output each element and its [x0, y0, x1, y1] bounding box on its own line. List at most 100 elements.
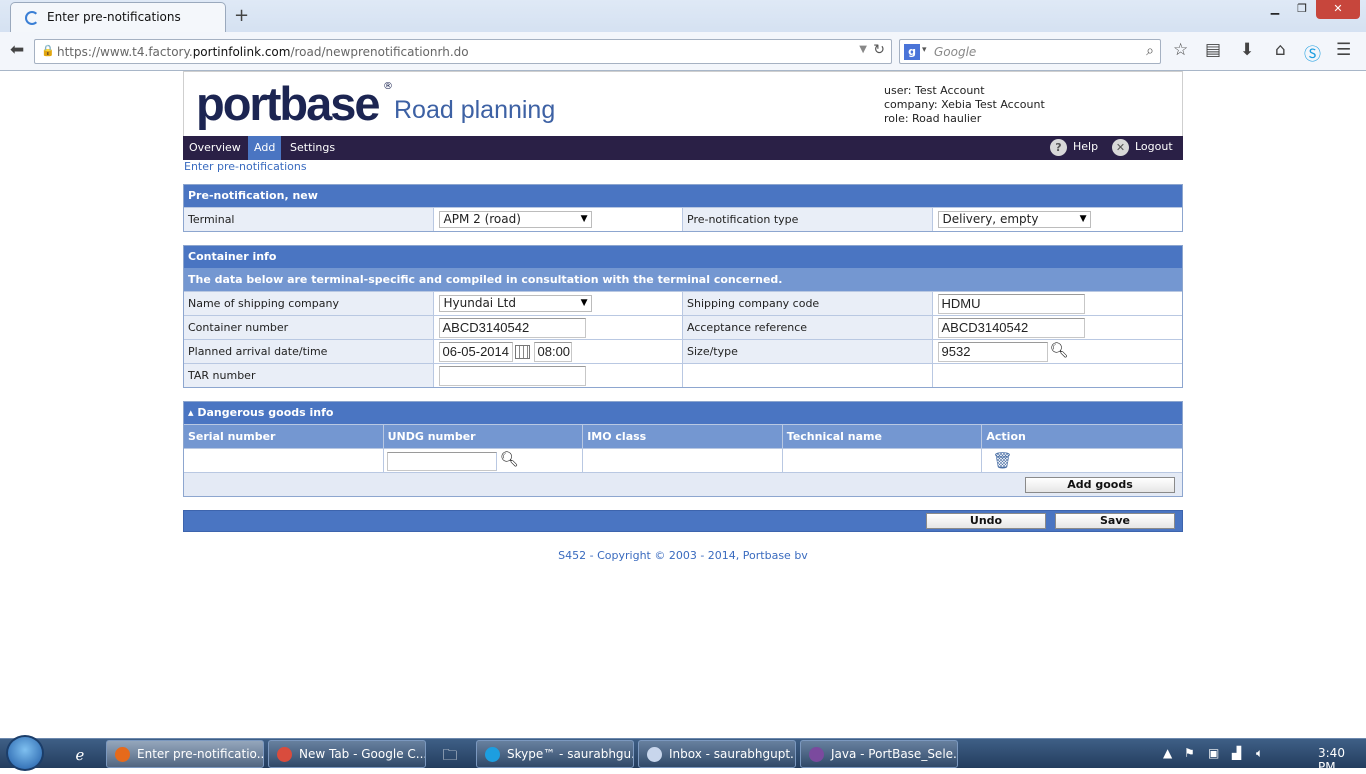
close-window-button[interactable]: ✕ [1316, 0, 1360, 19]
undg-number-cell: 🔍︎ [384, 449, 584, 472]
reload-icon[interactable]: ↻ [873, 42, 885, 58]
calendar-icon[interactable] [514, 345, 530, 359]
start-button[interactable] [6, 735, 44, 771]
taskbar-item-chrome[interactable]: New Tab - Google C... [268, 740, 426, 768]
taskbar-label: New Tab - Google C... [299, 747, 426, 761]
new-tab-button[interactable]: + [234, 5, 249, 26]
dangerous-goods-header[interactable]: ▴ Dangerous goods info [184, 402, 1182, 424]
usb-device-icon[interactable]: ▣ [1208, 746, 1219, 760]
shipping-code-cell: HDMU [932, 292, 1182, 315]
download-icon[interactable]: ⬇ [1240, 40, 1254, 60]
col-technical-name: Technical name [783, 425, 983, 448]
tab-title: Enter pre-notifications [47, 10, 181, 24]
menu-icon[interactable]: ☰ [1336, 40, 1351, 60]
size-type-input[interactable]: 9532 [937, 342, 1048, 362]
add-goods-button[interactable]: Add goods [1025, 477, 1175, 493]
acceptance-reference-input[interactable]: ABCD3140542 [937, 318, 1085, 338]
dangerous-goods-panel: ▴ Dangerous goods info Serial number UND… [183, 401, 1183, 497]
container-info-note: The data below are terminal-specific and… [184, 268, 1182, 291]
shipping-company-select[interactable]: Hyundai Ltd ▼ [438, 295, 592, 312]
prenotification-type-cell: Delivery, empty ▼ [932, 208, 1182, 231]
breadcrumb[interactable]: Enter pre-notifications [183, 160, 1183, 184]
taskbar-label: Skype™ - saurabhgu... [507, 747, 634, 761]
container-number-label: Container number [184, 316, 434, 339]
tar-number-label: TAR number [184, 364, 434, 387]
dropdown-arrow-icon: ▼ [580, 298, 588, 308]
menu-add[interactable]: Add [248, 136, 282, 160]
dangerous-goods-title: Dangerous goods info [197, 406, 334, 419]
breadcrumb-label[interactable]: Enter pre-notifications [184, 160, 307, 173]
google-engine-icon[interactable]: g [904, 44, 920, 60]
terminal-select[interactable]: APM 2 (road) ▼ [438, 211, 592, 228]
help-label: Help [1073, 140, 1099, 153]
arrival-time-input[interactable]: 08:00 [533, 342, 572, 362]
prenotification-row: Terminal APM 2 (road) ▼ Pre-notification … [184, 207, 1182, 231]
collapse-triangle-icon[interactable]: ▴ [188, 406, 197, 419]
taskbar-clock[interactable]: 3:40 PM [1318, 746, 1366, 774]
taskbar-label: Inbox - saurabhgupt... [669, 747, 796, 761]
taskbar-item-java[interactable]: Java - PortBase_Sele... [800, 740, 958, 768]
engine-dropdown-icon[interactable]: ▾ [922, 45, 927, 55]
explorer-pinned-icon[interactable]: 🗀 [430, 743, 470, 767]
navigation-bar: ⬅ 🔒 https://www.t4.factory.portinfolink.… [0, 32, 1366, 70]
prenotification-type-select[interactable]: Delivery, empty ▼ [937, 211, 1091, 228]
mail-icon [647, 747, 662, 762]
tar-row: TAR number [184, 363, 1182, 387]
volume-icon[interactable]: 🔈︎ [1256, 746, 1263, 761]
back-arrow-icon[interactable]: ⬅ [10, 40, 24, 60]
logout-link[interactable]: ✕ Logout [1112, 136, 1173, 160]
bookmarks-list-icon[interactable]: ▤ [1205, 40, 1221, 60]
network-icon[interactable]: ▟ [1232, 746, 1241, 760]
empty-cell [932, 364, 1182, 387]
url-text: https://www.t4.factory.portinfolink.com/… [57, 45, 469, 59]
taskbar-item-firefox[interactable]: Enter pre-notificatio... [106, 740, 264, 768]
search-bar[interactable]: g ▾ Google ⌕ [899, 39, 1161, 64]
shipping-code-input[interactable]: HDMU [937, 294, 1085, 314]
acceptance-reference-label: Acceptance reference [683, 316, 933, 339]
undg-number-input[interactable] [386, 452, 497, 471]
taskbar-label: Enter pre-notificatio... [137, 747, 264, 761]
shipping-company-label: Name of shipping company [184, 292, 434, 315]
skype-icon [485, 747, 500, 762]
tar-number-cell [433, 364, 683, 387]
browser-chrome: Enter pre-notifications + ▁ ❐ ✕ ⬅ 🔒 http… [0, 0, 1366, 71]
skype-icon[interactable]: Ⓢ [1304, 40, 1321, 65]
ie-pinned-icon[interactable]: ℯ [60, 743, 100, 767]
size-type-search-icon[interactable]: 🔍︎ [1050, 341, 1069, 359]
terminal-value: APM 2 (road) [443, 212, 521, 226]
container-number-input[interactable]: ABCD3140542 [438, 318, 586, 338]
minimize-button[interactable]: ▁ [1262, 0, 1288, 19]
app-subtitle: Road planning [394, 96, 556, 124]
arrival-date-input[interactable]: 06-05-2014 [438, 342, 513, 362]
portbase-logo[interactable]: portbase [196, 76, 380, 131]
delete-bin-icon[interactable]: 🗑︎ [992, 451, 1012, 470]
help-icon: ? [1050, 138, 1067, 156]
taskbar-item-inbox[interactable]: Inbox - saurabhgupt... [638, 740, 796, 768]
taskbar-item-skype[interactable]: Skype™ - saurabhgu... [476, 740, 634, 768]
user-info: user: Test Account company: Xebia Test A… [884, 84, 1045, 126]
tar-number-input[interactable] [438, 366, 586, 386]
action-center-icon[interactable]: ⚑ [1184, 746, 1195, 760]
firefox-icon [115, 747, 130, 762]
undo-button[interactable]: Undo [926, 513, 1046, 529]
shipping-row: Name of shipping company Hyundai Ltd ▼ Sh… [184, 291, 1182, 315]
terminal-cell: APM 2 (road) ▼ [433, 208, 683, 231]
maximize-button[interactable]: ❐ [1289, 0, 1315, 19]
show-hidden-icons[interactable]: ▲ [1163, 746, 1172, 760]
url-dropdown-icon[interactable]: ▼ [859, 44, 867, 55]
undg-search-icon[interactable]: 🔍︎ [500, 450, 519, 468]
home-icon[interactable]: ⌂ [1275, 40, 1286, 60]
save-button[interactable]: Save [1055, 513, 1175, 529]
browser-tab[interactable]: Enter pre-notifications [10, 2, 226, 32]
lock-icon: 🔒 [41, 44, 55, 57]
taskbar-label: Java - PortBase_Sele... [831, 747, 958, 761]
bookmark-star-icon[interactable]: ☆ [1173, 40, 1188, 60]
search-icon[interactable]: ⌕ [1146, 43, 1154, 59]
url-bar[interactable]: 🔒 https://www.t4.factory.portinfolink.co… [34, 39, 892, 64]
search-placeholder: Google [934, 45, 977, 59]
help-link[interactable]: ? Help [1050, 136, 1098, 160]
menu-overview[interactable]: Overview [183, 136, 247, 160]
menu-settings[interactable]: Settings [284, 136, 341, 160]
empty-cell [683, 364, 933, 387]
col-imo-class: IMO class [583, 425, 783, 448]
